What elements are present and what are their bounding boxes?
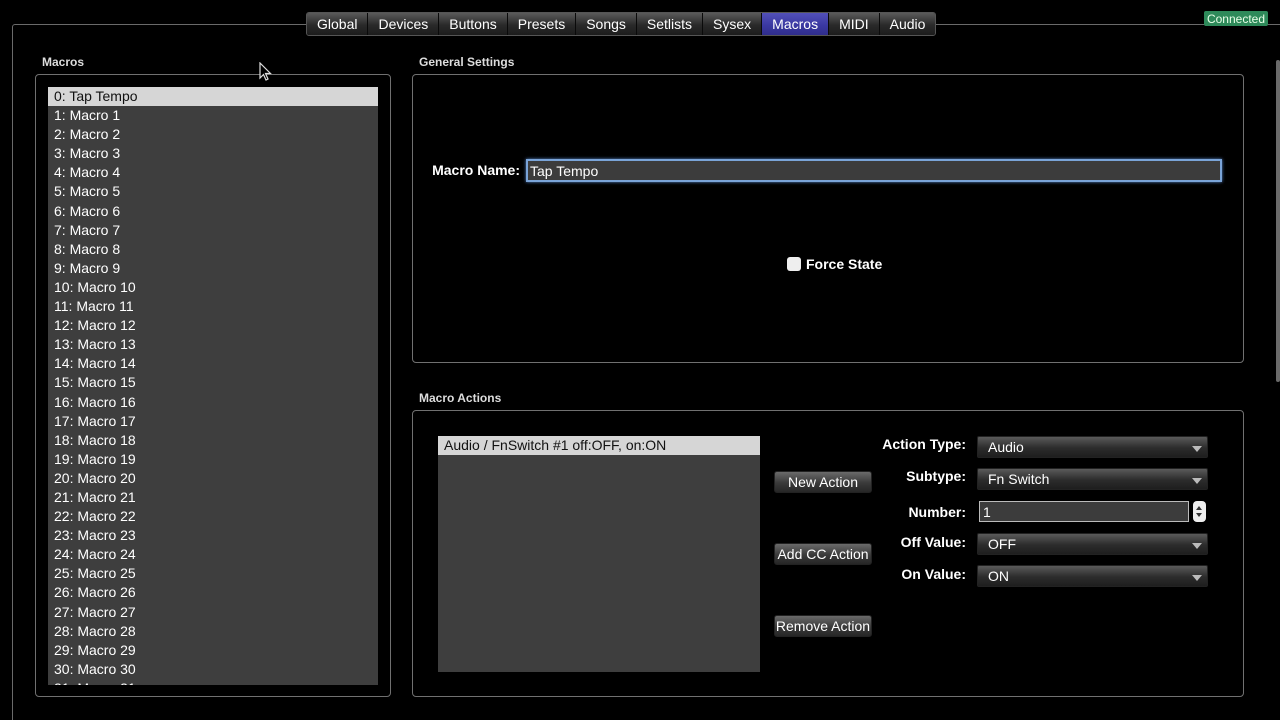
macro-list-item[interactable]: 14: Macro 14 <box>48 354 378 373</box>
tab-global[interactable]: Global <box>307 13 369 35</box>
force-state-checkbox[interactable] <box>787 257 801 271</box>
action-type-select[interactable]: Audio <box>977 436 1208 458</box>
macro-list-item[interactable]: 19: Macro 19 <box>48 450 378 469</box>
mouse-pointer-icon <box>259 62 272 81</box>
tab-setlists[interactable]: Setlists <box>636 13 704 35</box>
macro-list-item[interactable]: 24: Macro 24 <box>48 545 378 564</box>
force-state-label: Force State <box>806 256 883 272</box>
general-settings-title: General Settings <box>419 55 515 69</box>
tab-midi[interactable]: MIDI <box>829 13 880 35</box>
macro-list-item[interactable]: 10: Macro 10 <box>48 278 378 297</box>
number-spinner[interactable] <box>1193 501 1206 522</box>
number-label: Number: <box>908 504 966 520</box>
subtype-select[interactable]: Fn Switch <box>977 468 1208 490</box>
macro-list-item[interactable]: 9: Macro 9 <box>48 259 378 278</box>
macro-list-item[interactable]: 1: Macro 1 <box>48 106 378 125</box>
macro-list-item[interactable]: 13: Macro 13 <box>48 335 378 354</box>
macro-list-item[interactable]: 2: Macro 2 <box>48 125 378 144</box>
macro-list-item[interactable]: 4: Macro 4 <box>48 163 378 182</box>
macro-list-item[interactable]: 20: Macro 20 <box>48 469 378 488</box>
action-type-value: Audio <box>988 439 1024 455</box>
tab-macros[interactable]: Macros <box>762 13 830 35</box>
macro-list-item[interactable]: 11: Macro 11 <box>48 297 378 316</box>
macro-list[interactable]: 0: Tap Tempo 1: Macro 1 2: Macro 2 3: Macro… <box>48 87 378 685</box>
tab-audio[interactable]: Audio <box>879 13 936 35</box>
tab-presets[interactable]: Presets <box>507 13 577 35</box>
tab-bar: Global Devices Buttons Presets Songs Set… <box>306 12 937 36</box>
spinner-up-icon <box>1196 506 1202 510</box>
macro-list-item[interactable]: 6: Macro 6 <box>48 202 378 221</box>
macro-list-item[interactable]: 30: Macro 30 <box>48 660 378 679</box>
macro-list-item[interactable]: 0: Tap Tempo <box>48 87 378 107</box>
remove-action-button[interactable]: Remove Action <box>774 615 872 637</box>
macro-list-item[interactable]: 17: Macro 17 <box>48 412 378 431</box>
tab-songs[interactable]: Songs <box>576 13 637 35</box>
macro-list-item[interactable]: 5: Macro 5 <box>48 182 378 201</box>
general-settings-panel <box>412 74 1244 363</box>
macro-list-item[interactable]: 21: Macro 21 <box>48 488 378 507</box>
action-type-label: Action Type: <box>882 436 966 452</box>
connection-status-badge: Connected <box>1204 11 1268 26</box>
subtype-value: Fn Switch <box>988 471 1050 487</box>
macro-list-item[interactable]: 18: Macro 18 <box>48 431 378 450</box>
macro-list-item[interactable]: 26: Macro 26 <box>48 583 378 602</box>
off-value-label: Off Value: <box>900 534 966 550</box>
window-scrollbar[interactable] <box>1276 60 1280 382</box>
on-value-label: On Value: <box>901 566 966 582</box>
macro-list-item[interactable]: 27: Macro 27 <box>48 603 378 622</box>
on-value-value: ON <box>988 568 1009 584</box>
chevron-down-icon <box>1192 478 1202 484</box>
macro-list-item[interactable]: 31: Macro 31 <box>48 679 378 685</box>
macro-list-item[interactable]: 15: Macro 15 <box>48 373 378 392</box>
on-value-select[interactable]: ON <box>977 565 1208 587</box>
macro-list-item[interactable]: 25: Macro 25 <box>48 564 378 583</box>
macro-list-item[interactable]: 28: Macro 28 <box>48 622 378 641</box>
macro-list-item[interactable]: 23: Macro 23 <box>48 526 378 545</box>
new-action-button[interactable]: New Action <box>774 471 872 493</box>
macro-actions-title: Macro Actions <box>419 391 502 405</box>
macro-list-item[interactable]: 29: Macro 29 <box>48 641 378 660</box>
spinner-down-icon <box>1196 513 1202 517</box>
macro-list-item[interactable]: 12: Macro 12 <box>48 316 378 335</box>
chevron-down-icon <box>1192 543 1202 549</box>
action-list-item[interactable]: Audio / FnSwitch #1 off:OFF, on:ON <box>438 436 760 455</box>
macro-list-item[interactable]: 22: Macro 22 <box>48 507 378 526</box>
tab-buttons[interactable]: Buttons <box>439 13 508 35</box>
chevron-down-icon <box>1192 446 1202 452</box>
macro-list-item[interactable]: 8: Macro 8 <box>48 240 378 259</box>
macro-list-item[interactable]: 3: Macro 3 <box>48 144 378 163</box>
macros-panel-title: Macros <box>42 55 85 69</box>
tab-sysex[interactable]: Sysex <box>703 13 763 35</box>
number-input[interactable] <box>979 501 1189 522</box>
tab-devices[interactable]: Devices <box>368 13 440 35</box>
subtype-label: Subtype: <box>906 468 966 484</box>
macro-name-label: Macro Name: <box>432 162 520 178</box>
macro-list-item[interactable]: 7: Macro 7 <box>48 221 378 240</box>
macro-name-input[interactable] <box>526 159 1222 182</box>
add-cc-action-button[interactable]: Add CC Action <box>774 543 872 565</box>
chevron-down-icon <box>1192 575 1202 581</box>
actions-list[interactable]: Audio / FnSwitch #1 off:OFF, on:ON <box>438 436 760 672</box>
off-value-select[interactable]: OFF <box>977 533 1208 555</box>
off-value-value: OFF <box>988 536 1016 552</box>
macro-list-item[interactable]: 16: Macro 16 <box>48 393 378 412</box>
